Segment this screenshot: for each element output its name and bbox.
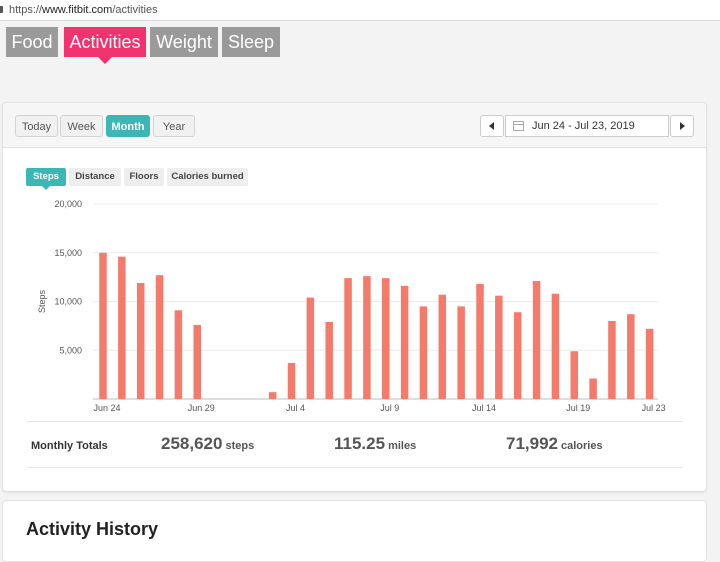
bar-jul-16 — [513, 312, 522, 399]
y-tick-label: 20,000 — [54, 199, 82, 209]
total-miles: 115.25 miles — [334, 434, 416, 454]
total-steps-value: 258,620 — [161, 434, 223, 453]
bar-jul-20 — [589, 378, 597, 399]
tab-sleep[interactable]: Sleep — [222, 27, 280, 57]
total-calories-unit: calories — [561, 440, 603, 452]
totals-bottom-divider — [27, 467, 683, 468]
total-calories: 71,992 calories — [506, 434, 603, 454]
x-tick-label: Jul 23 — [642, 403, 666, 413]
y-tick-label: 5,000 — [59, 345, 82, 355]
bar-jun-28 — [174, 310, 183, 399]
tab-food[interactable]: Food — [6, 27, 58, 57]
y-tick-label: 15,000 — [54, 248, 82, 258]
bar-jul-21 — [608, 321, 616, 399]
bar-jul-3 — [268, 392, 277, 399]
activity-history-card: Activity History — [2, 500, 707, 562]
total-steps: 258,620 steps — [161, 434, 254, 454]
bar-jul-4 — [287, 362, 296, 399]
bar-jul-19 — [570, 351, 578, 399]
activity-history-title: Activity History — [26, 519, 159, 539]
bar-jun-24 — [99, 252, 107, 399]
tab-activities[interactable]: Activities — [64, 27, 146, 64]
bar-jul-13 — [457, 306, 465, 400]
x-tick-label: Jul 9 — [380, 403, 399, 413]
bar-jul-17 — [532, 281, 541, 399]
total-miles-unit: miles — [388, 440, 417, 452]
x-tick-label: Jun 24 — [93, 403, 120, 413]
x-tick-label: Jul 14 — [472, 403, 496, 413]
bar-jul-11 — [419, 306, 428, 400]
y-tick-label: 10,000 — [54, 297, 82, 307]
bar-jul-9 — [382, 278, 390, 399]
url-path: /activities — [112, 4, 158, 16]
bar-jun-29 — [193, 324, 201, 399]
bar-jun-26 — [136, 282, 145, 399]
bar-jul-5 — [306, 297, 315, 399]
url-scheme: https:// — [9, 4, 43, 16]
url-host: www.fitbit.com — [42, 4, 113, 16]
steps-bar-chart: 5,000 10,000 15,000 20,000 Steps Jun 24 Jun 29… — [37, 199, 666, 413]
bar-jul-18 — [551, 293, 560, 399]
bar-jul-10 — [400, 285, 409, 399]
bar-jul-12 — [438, 294, 447, 399]
total-miles-value: 115.25 — [334, 434, 386, 453]
x-tick-label: Jul 19 — [566, 403, 590, 413]
x-tick-label: Jul 4 — [286, 403, 305, 413]
bar-jul-8 — [363, 276, 371, 399]
totals-top-divider — [27, 421, 683, 422]
monthly-totals-label: Monthly Totals — [31, 440, 108, 452]
bar-jul-6 — [325, 321, 333, 399]
x-tick-label: Jun 29 — [188, 403, 215, 413]
total-steps-unit: steps — [225, 440, 255, 452]
bar-jul-7 — [344, 278, 352, 399]
y-axis-label: Steps — [37, 289, 47, 313]
address-bar[interactable]: https://www.fitbit.com/activities — [0, 0, 720, 21]
total-calories-value: 71,992 — [506, 434, 558, 453]
lock-icon — [0, 6, 3, 13]
bar-jul-22 — [627, 314, 635, 399]
tab-weight[interactable]: Weight — [150, 27, 218, 57]
bar-jun-25 — [118, 256, 126, 399]
bar-jul-15 — [495, 295, 503, 399]
activity-card: Today Week Month Year Jun 24 - Jul 23, 2… — [2, 102, 707, 492]
url-text[interactable]: https://www.fitbit.com/activities — [9, 1, 158, 19]
bar-jul-23 — [645, 328, 654, 399]
bar-jul-14 — [476, 283, 484, 399]
bar-jun-27 — [155, 275, 164, 399]
